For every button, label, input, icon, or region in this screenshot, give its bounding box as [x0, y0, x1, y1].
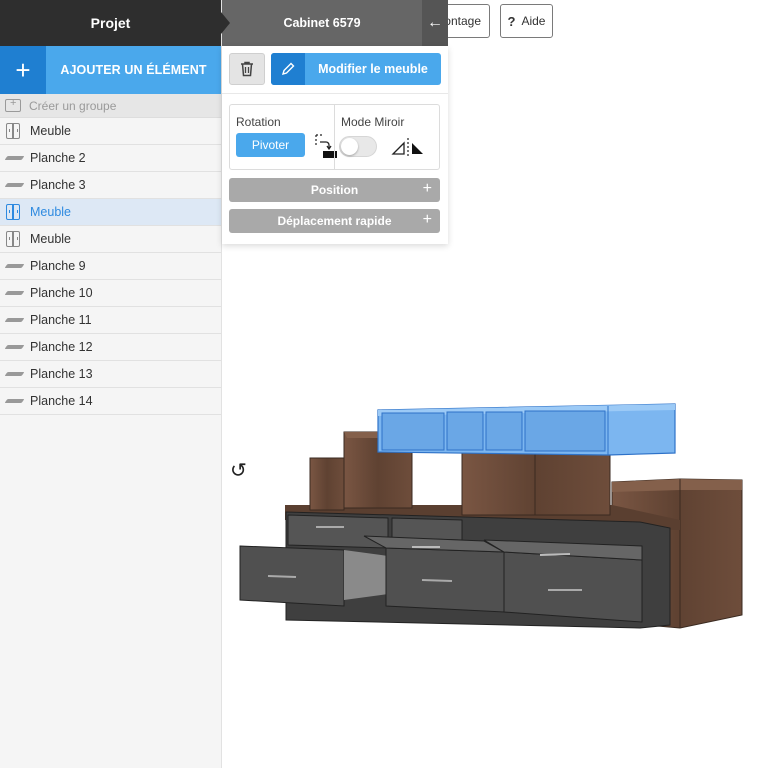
list-item[interactable]: Planche 9	[0, 253, 221, 280]
board-icon	[4, 156, 25, 160]
project-header[interactable]: Projet	[0, 0, 221, 46]
arrow-left-icon: ←	[427, 14, 443, 31]
list-item-label: Planche 11	[30, 313, 92, 327]
list-item-label: Planche 3	[30, 178, 86, 192]
create-group-label: Créer un groupe	[29, 98, 117, 113]
sidebar: Projet + AJOUTER UN ÉLÉMENT Créer un gro…	[0, 0, 222, 768]
3d-viewport[interactable]	[222, 244, 768, 768]
help-label: Aide	[521, 14, 546, 28]
create-group-button[interactable]: Créer un groupe	[0, 94, 221, 118]
plus-icon: +	[422, 211, 432, 228]
cabinet-icon	[6, 123, 20, 139]
delete-button[interactable]	[229, 53, 265, 85]
montage-label: ontage	[444, 14, 481, 28]
position-accordion[interactable]: Position +	[229, 178, 440, 202]
furniture-model[interactable]	[239, 403, 743, 629]
quick-move-accordion[interactable]: Déplacement rapide +	[229, 209, 440, 233]
divider	[222, 93, 448, 94]
question-icon: ?	[507, 13, 516, 29]
cabinet-title: Cabinet 6579	[283, 16, 361, 30]
list-item-label: Planche 10	[30, 286, 93, 300]
list-item[interactable]: Planche 10	[0, 280, 221, 307]
modify-cabinet-label: Modifier le meuble	[318, 62, 428, 76]
board-icon	[4, 291, 25, 295]
project-title: Projet	[90, 15, 131, 31]
rotation-section: Rotation Pivoter	[230, 105, 337, 169]
pivot-label: Pivoter	[251, 138, 290, 152]
list-item-label: Meuble	[30, 124, 71, 138]
cabinet-icon	[6, 231, 20, 247]
list-item-label: Meuble	[30, 205, 71, 219]
rotation-title: Rotation	[236, 115, 281, 129]
list-item[interactable]: Planche 14	[0, 388, 221, 415]
board-icon	[4, 318, 25, 322]
position-label: Position	[310, 183, 359, 197]
list-item[interactable]: Planche 11	[0, 307, 221, 334]
list-item-label: Planche 14	[30, 394, 93, 408]
help-button[interactable]: ? Aide	[500, 4, 553, 38]
list-item[interactable]: Planche 2	[0, 145, 221, 172]
list-item[interactable]: Planche 3	[0, 172, 221, 199]
selected-cabinet[interactable]	[377, 403, 676, 456]
pencil-icon	[271, 53, 305, 85]
modify-cabinet-button[interactable]: Modifier le meuble	[271, 53, 441, 85]
rotation-mirror-box: Rotation Pivoter Mode Miroir	[229, 104, 440, 170]
mirror-section: Mode Miroir	[334, 105, 439, 169]
list-item[interactable]: Meuble	[0, 226, 221, 253]
quick-move-label: Déplacement rapide	[277, 214, 392, 228]
add-element-button[interactable]: + AJOUTER UN ÉLÉMENT	[0, 46, 221, 94]
toggle-knob	[341, 138, 358, 155]
list-item[interactable]: Planche 12	[0, 334, 221, 361]
plus-icon: +	[0, 46, 46, 94]
board-icon	[4, 345, 25, 349]
folder-plus-icon	[5, 97, 21, 112]
pivot-button[interactable]: Pivoter	[236, 133, 305, 157]
board-icon	[4, 183, 25, 187]
board-icon	[4, 399, 25, 403]
list-item-label: Planche 12	[30, 340, 93, 354]
add-element-label: AJOUTER UN ÉLÉMENT	[60, 63, 207, 77]
plus-icon: +	[422, 180, 432, 197]
list-item-label: Planche 13	[30, 367, 93, 381]
cabinet-icon	[6, 204, 20, 220]
list-item[interactable]: Meuble	[0, 118, 221, 145]
list-item[interactable]: Planche 13	[0, 361, 221, 388]
board-icon	[4, 264, 25, 268]
mirror-title: Mode Miroir	[341, 115, 405, 129]
cabinet-header: Cabinet 6579	[221, 0, 422, 46]
list-item-label: Meuble	[30, 232, 71, 246]
panel-toolbar: Modifier le meuble	[229, 53, 441, 85]
list-item-label: Planche 9	[30, 259, 86, 273]
back-button[interactable]: ←	[422, 0, 448, 46]
list-item-label: Planche 2	[30, 151, 86, 165]
trash-icon	[241, 61, 253, 77]
cabinet-panel: Modifier le meuble Rotation Pivoter Mode…	[222, 46, 448, 244]
list-item-selected[interactable]: Meuble	[0, 199, 221, 226]
mirror-icon	[391, 138, 423, 156]
mirror-toggle[interactable]	[339, 136, 377, 157]
board-icon	[4, 372, 25, 376]
